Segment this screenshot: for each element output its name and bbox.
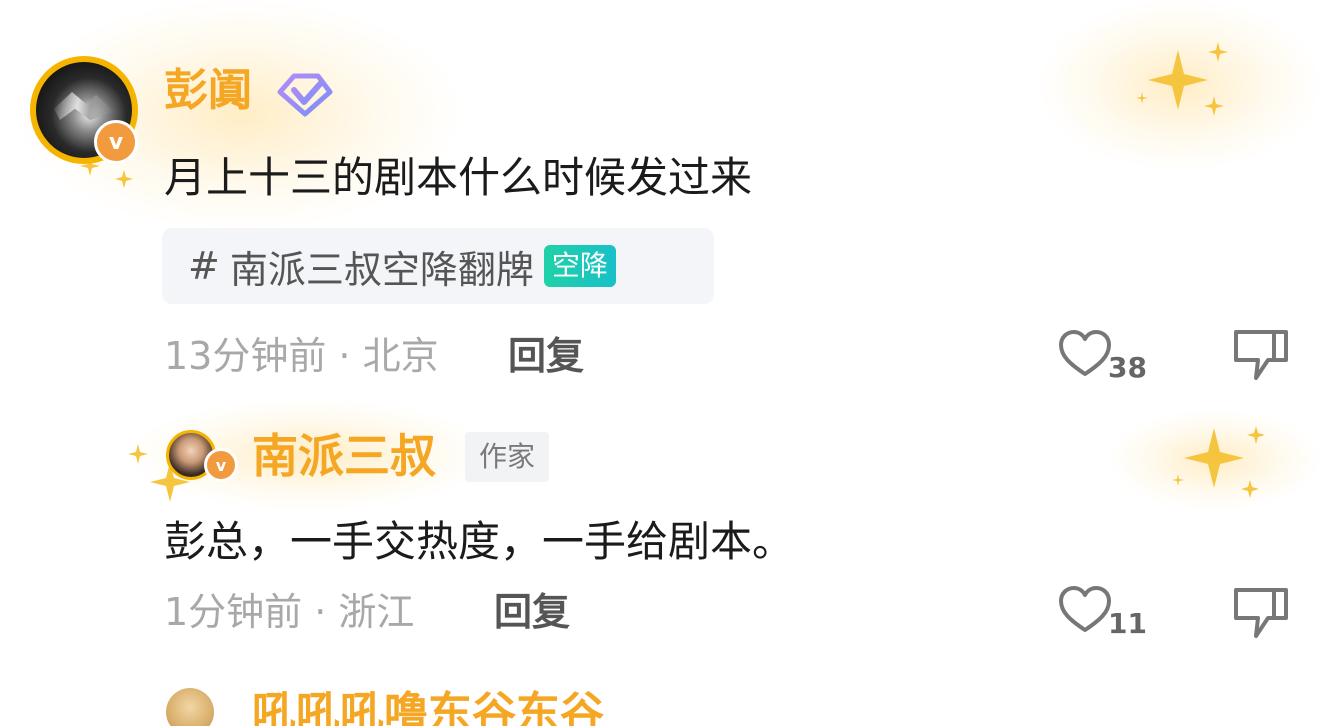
username[interactable]: 南派三叔: [252, 426, 436, 486]
role-badge: 作家: [465, 432, 550, 482]
topic-tag[interactable]: # 南派三叔空降翻牌 空降: [162, 228, 714, 304]
topic-text: 南派三叔空降翻牌: [229, 247, 534, 292]
reply-button[interactable]: 回复: [508, 330, 584, 382]
hash-icon: #: [188, 244, 220, 288]
corner-glow: [1110, 410, 1320, 510]
time-location: 13分钟前 · 北京: [164, 334, 439, 378]
verified-badge: v: [204, 448, 238, 482]
reply-button[interactable]: 回复: [494, 586, 570, 638]
time-location: 1分钟前 · 浙江: [164, 590, 415, 634]
dislike-icon[interactable]: [1230, 326, 1292, 382]
heart-icon: [1059, 330, 1111, 376]
like-button[interactable]: 11: [1056, 584, 1147, 640]
like-count: 11: [1108, 607, 1147, 640]
sparkle-icon: [1172, 426, 1265, 498]
username[interactable]: 吼吼吼噜东谷东谷: [252, 686, 604, 726]
sparkle-icon: [1136, 42, 1228, 116]
comment-text: 月上十三的剧本什么时候发过来: [164, 153, 753, 202]
heart-icon: [1059, 586, 1111, 632]
verified-badge: v: [94, 120, 138, 164]
comment-text: 彭总，一手交热度，一手给剧本。: [164, 517, 795, 566]
dislike-icon[interactable]: [1230, 584, 1292, 640]
username[interactable]: 彭阗: [164, 62, 252, 120]
like-button[interactable]: 38: [1056, 328, 1147, 384]
like-count: 38: [1108, 351, 1147, 384]
next-comment[interactable]: 吼吼吼噜东谷东谷: [166, 686, 666, 726]
diamond-vip-icon: [277, 73, 333, 117]
avatar[interactable]: [166, 688, 214, 726]
topic-badge: 空降: [543, 245, 616, 287]
corner-glow: [1040, 0, 1320, 170]
